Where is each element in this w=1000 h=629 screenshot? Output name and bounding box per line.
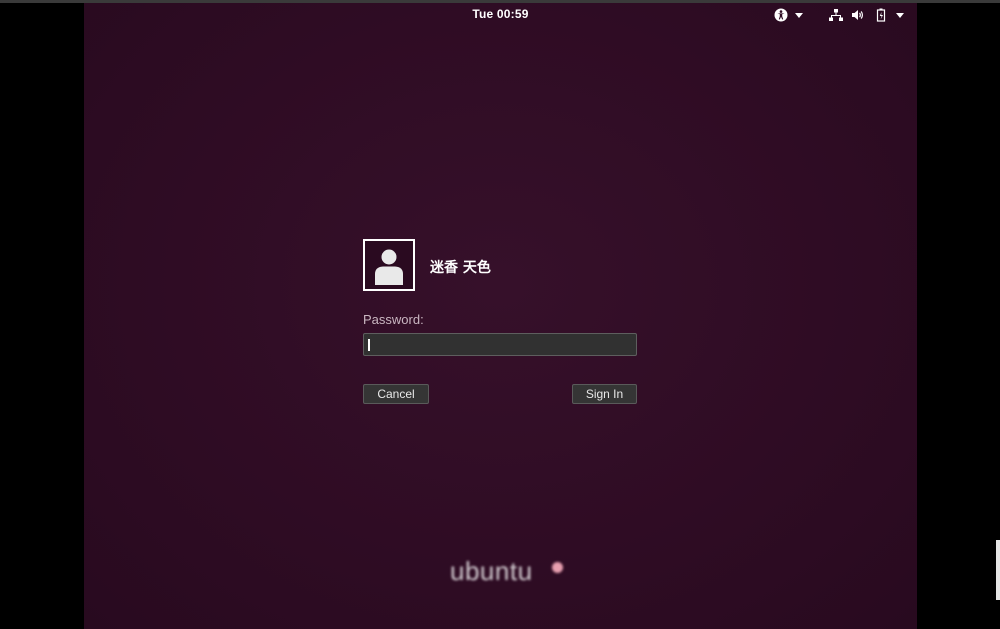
avatar <box>363 239 415 291</box>
chevron-down-icon <box>896 12 904 18</box>
cancel-button[interactable]: Cancel <box>363 384 429 404</box>
volume-indicator[interactable] <box>851 8 865 22</box>
sign-in-button[interactable]: Sign In <box>572 384 637 404</box>
password-input[interactable] <box>363 333 637 356</box>
login-screen: Tue 00:59 迷香 天色 Password: Cancel Sign In… <box>84 3 917 629</box>
text-cursor <box>368 339 370 351</box>
frame-edge-highlight <box>996 540 1000 600</box>
display-frame: Tue 00:59 迷香 天色 Password: Cancel Sign In… <box>0 0 1000 629</box>
accessibility-icon <box>774 8 788 22</box>
user-avatar-icon <box>365 241 413 289</box>
accessibility-menu[interactable] <box>774 8 803 22</box>
power-icon <box>875 8 889 22</box>
volume-icon <box>851 8 865 22</box>
power-menu[interactable] <box>875 8 904 22</box>
ubuntu-logo-mark-icon <box>552 562 563 573</box>
password-label: Password: <box>363 312 424 327</box>
network-icon <box>829 8 843 22</box>
chevron-down-icon <box>795 12 803 18</box>
ubuntu-logo: ubuntu <box>450 556 533 586</box>
username: 迷香 天色 <box>430 260 491 276</box>
top-bar: Tue 00:59 <box>84 3 917 27</box>
network-indicator[interactable] <box>829 8 843 22</box>
